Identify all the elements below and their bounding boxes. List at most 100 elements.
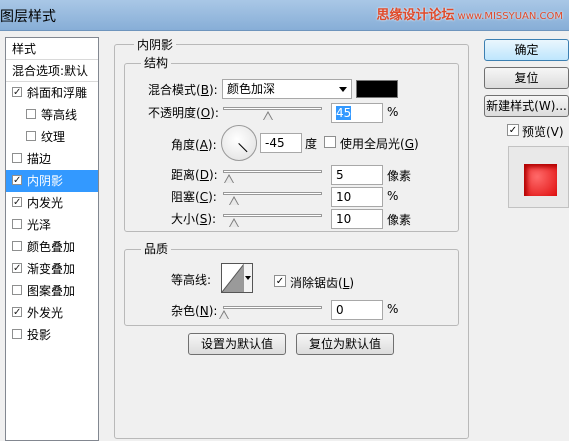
- styles-header: 样式: [6, 38, 98, 60]
- style-item[interactable]: ✓ 外发光: [6, 302, 98, 324]
- angle-unit: 度: [305, 137, 318, 151]
- style-item-checkbox[interactable]: ✓: [12, 263, 22, 274]
- style-item[interactable]: 图案叠加: [6, 280, 98, 302]
- style-item-label: 内阴影: [27, 174, 64, 188]
- blend-options-item[interactable]: 混合选项:默认: [6, 60, 98, 82]
- opacity-slider-thumb[interactable]: [263, 111, 273, 120]
- size-slider[interactable]: [223, 214, 322, 217]
- style-item[interactable]: ✓ 内阴影: [6, 170, 98, 192]
- style-item-checkbox[interactable]: ✓: [12, 87, 22, 98]
- size-input[interactable]: 10: [331, 209, 383, 229]
- blend-mode-value: 颜色加深: [227, 82, 276, 96]
- style-item-label: 图案叠加: [27, 284, 76, 298]
- reset-button[interactable]: 复位: [484, 67, 569, 89]
- style-item[interactable]: 光泽: [6, 214, 98, 236]
- watermark-text: 思缘设计论坛: [376, 8, 455, 23]
- style-item[interactable]: 描边: [6, 148, 98, 170]
- reset-default-button[interactable]: 复位为默认值: [296, 333, 394, 355]
- anti-alias-checkbox[interactable]: ✓: [274, 275, 286, 287]
- ok-button[interactable]: 确定: [484, 39, 569, 61]
- style-item-checkbox[interactable]: ✓: [12, 175, 22, 186]
- chevron-down-icon: [339, 87, 347, 92]
- opacity-unit: %: [387, 105, 399, 119]
- style-item[interactable]: 纹理: [6, 126, 98, 148]
- style-item-checkbox[interactable]: [26, 131, 36, 141]
- window-title: 图层样式: [0, 9, 56, 25]
- opacity-slider[interactable]: [223, 107, 322, 110]
- shadow-color-swatch[interactable]: [356, 80, 398, 98]
- style-item[interactable]: 颜色叠加: [6, 236, 98, 258]
- style-item-label: 等高线: [41, 108, 78, 122]
- preview-label: 预览(V): [522, 125, 564, 139]
- choke-input[interactable]: 10: [331, 187, 383, 207]
- style-item-label: 渐变叠加: [27, 262, 76, 276]
- style-item-checkbox[interactable]: [12, 219, 22, 229]
- anti-alias-label: 消除锯齿(L): [290, 276, 355, 290]
- noise-unit: %: [387, 302, 399, 316]
- choke-slider-thumb[interactable]: [229, 196, 239, 205]
- distance-input[interactable]: 5: [331, 165, 383, 185]
- noise-label: 杂色(N):: [171, 304, 218, 318]
- global-light-checkbox[interactable]: [324, 136, 336, 148]
- structure-title: 结构: [141, 54, 172, 71]
- style-item-label: 斜面和浮雕: [27, 86, 88, 100]
- style-item[interactable]: ✓ 斜面和浮雕: [6, 82, 98, 104]
- styles-list-panel: 样式 混合选项:默认 ✓ 斜面和浮雕等高线纹理描边 ✓ 内阴影 ✓ 内发光光泽颜色叠加 ✓ 渐…: [5, 37, 99, 441]
- style-item[interactable]: 等高线: [6, 104, 98, 126]
- size-unit: 像素: [387, 213, 412, 227]
- angle-needle: [238, 143, 248, 153]
- contour-dropdown-icon[interactable]: [243, 264, 252, 292]
- noise-slider-thumb[interactable]: [219, 310, 229, 319]
- blend-mode-select[interactable]: 颜色加深: [222, 79, 352, 99]
- style-item-label: 外发光: [27, 306, 64, 320]
- angle-input[interactable]: -45: [260, 133, 302, 153]
- preview-checkbox[interactable]: ✓: [507, 124, 519, 136]
- distance-slider-thumb[interactable]: [224, 174, 234, 183]
- style-item-checkbox[interactable]: ✓: [12, 197, 22, 208]
- opacity-input[interactable]: 45: [331, 103, 383, 123]
- style-item-label: 纹理: [41, 130, 66, 144]
- choke-label: 阻塞(C):: [171, 190, 217, 204]
- choke-slider[interactable]: [223, 192, 322, 195]
- noise-input[interactable]: 0: [331, 300, 383, 320]
- opacity-label: 不透明度(O):: [148, 106, 219, 120]
- angle-label: 角度(A):: [171, 138, 217, 152]
- contour-label: 等高线:: [171, 273, 212, 287]
- angle-dial[interactable]: [221, 125, 257, 161]
- style-preview-thumbnail: [508, 146, 569, 208]
- style-item[interactable]: ✓ 内发光: [6, 192, 98, 214]
- contour-picker[interactable]: [221, 263, 253, 293]
- style-item-label: 投影: [27, 328, 52, 342]
- style-item-checkbox[interactable]: [12, 241, 22, 251]
- style-item-label: 内发光: [27, 196, 64, 210]
- new-style-button[interactable]: 新建样式(W)...: [484, 95, 569, 117]
- choke-unit: %: [387, 189, 399, 203]
- size-label: 大小(S):: [171, 212, 217, 226]
- style-item[interactable]: 投影: [6, 324, 98, 346]
- global-light-label: 使用全局光(G): [340, 137, 419, 151]
- styles-header-label: 样式: [12, 42, 37, 56]
- style-item-checkbox[interactable]: [12, 285, 22, 295]
- style-item-label: 颜色叠加: [27, 240, 76, 254]
- style-item-checkbox[interactable]: ✓: [12, 307, 22, 318]
- watermark: 思缘设计论坛 www.MISSYUAN.COM: [377, 4, 564, 23]
- inner-shadow-title: 内阴影: [134, 36, 177, 53]
- distance-slider[interactable]: [223, 170, 322, 173]
- style-item-checkbox[interactable]: [12, 329, 22, 339]
- style-item-checkbox[interactable]: [26, 109, 36, 119]
- contour-curve-icon: [222, 264, 244, 292]
- style-item-label: 描边: [27, 152, 52, 166]
- title-bar: 图层样式 思缘设计论坛 www.MISSYUAN.COM: [0, 0, 569, 31]
- distance-unit: 像素: [387, 169, 412, 183]
- watermark-url: www.MISSYUAN.COM: [457, 11, 563, 22]
- size-slider-thumb[interactable]: [229, 218, 239, 227]
- style-item[interactable]: ✓ 渐变叠加: [6, 258, 98, 280]
- blend-options-label: 混合选项:默认: [12, 64, 89, 78]
- quality-title: 品质: [141, 240, 172, 257]
- distance-label: 距离(D):: [171, 168, 218, 182]
- style-item-label: 光泽: [27, 218, 52, 232]
- style-item-checkbox[interactable]: [12, 153, 22, 163]
- make-default-button[interactable]: 设置为默认值: [188, 333, 286, 355]
- noise-slider[interactable]: [223, 306, 322, 309]
- preview-swatch: [524, 164, 557, 196]
